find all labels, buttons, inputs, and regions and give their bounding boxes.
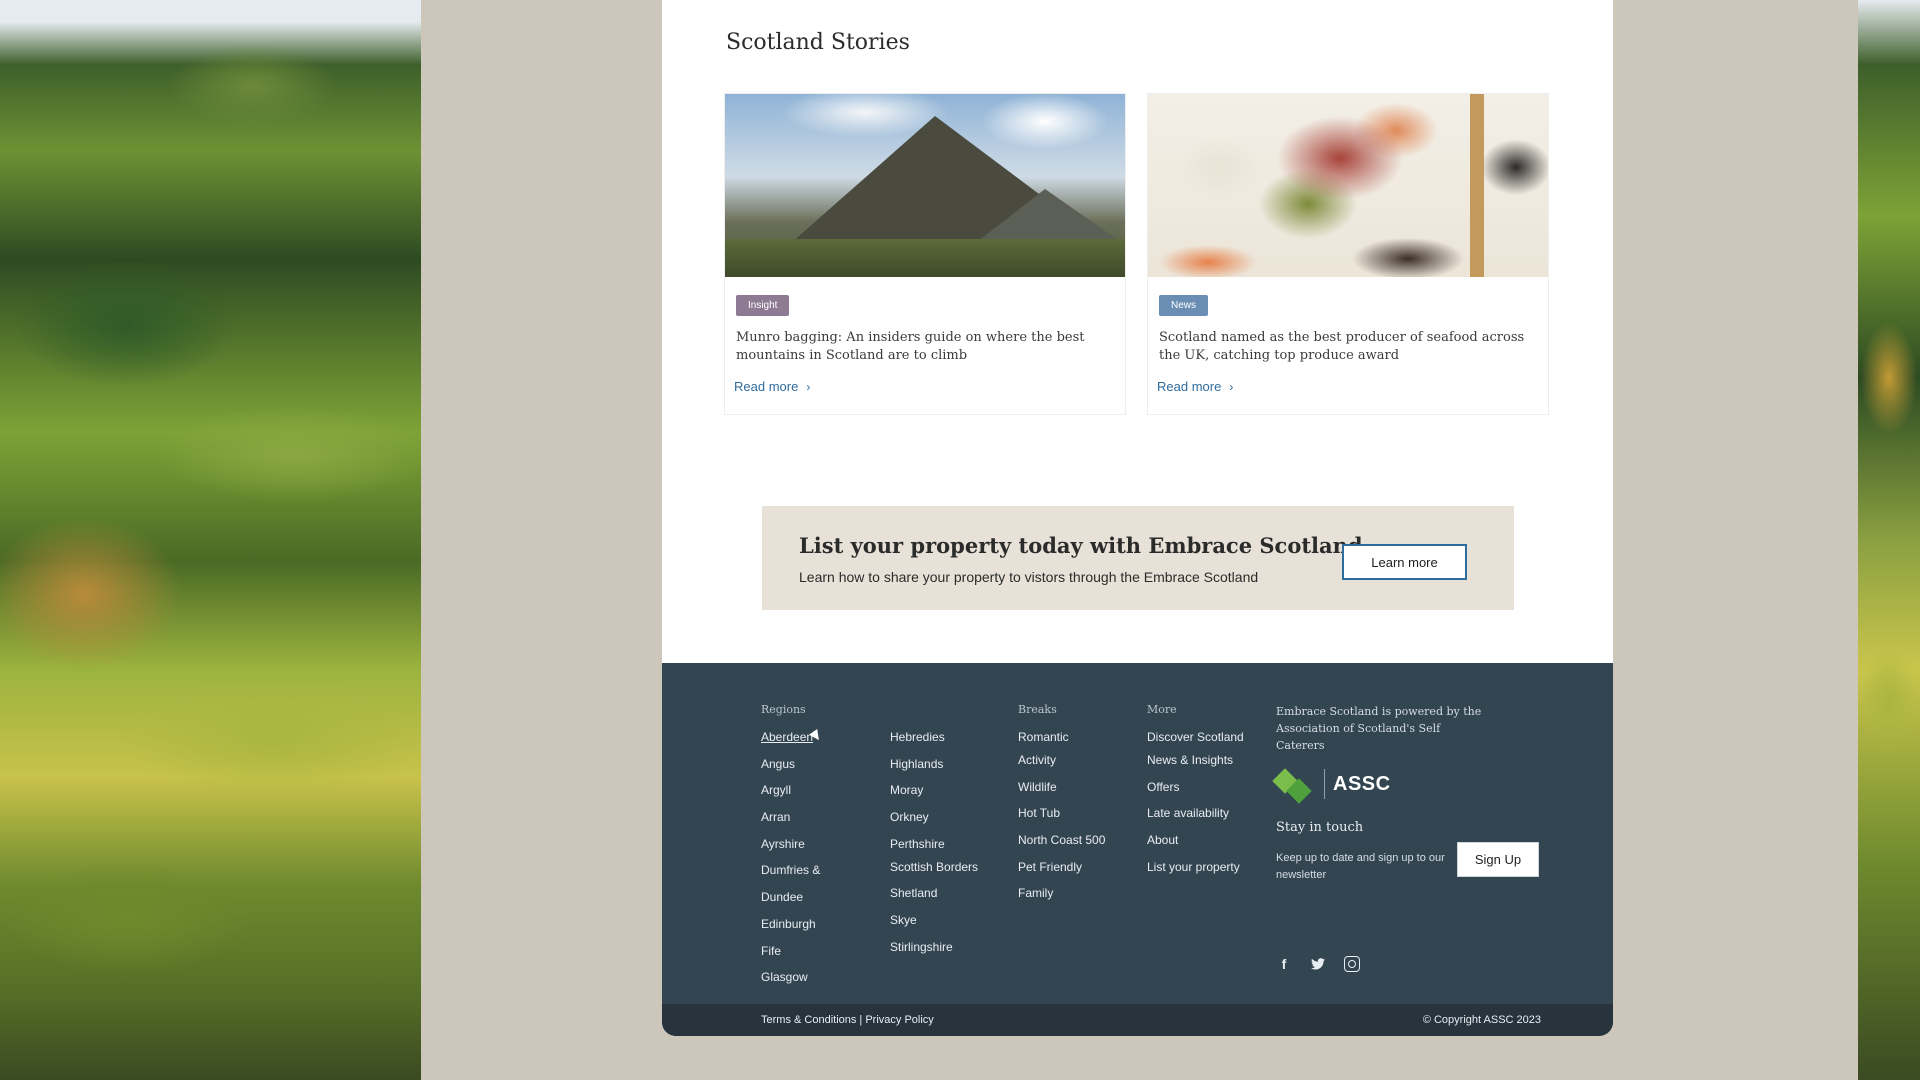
footer-link-about[interactable]: About (1147, 832, 1244, 859)
footer-more-heading: More (1147, 703, 1177, 716)
footer-link-shetland[interactable]: Shetland (890, 885, 978, 912)
footer-breaks-column: Breaks Romantic Activity Wildlife Hot Tu… (1018, 703, 1105, 912)
page-margin-right (1613, 0, 1858, 1080)
footer-link-edinburgh[interactable]: Edinburgh (761, 916, 820, 943)
site-footer: Regions Aberdeen Angus Argyll Arran Ayrs… (662, 663, 1613, 1036)
footer-more-column: More Discover Scotland News & Insights O… (1147, 703, 1244, 885)
story-tag-insight: Insight (736, 295, 790, 316)
story-headline[interactable]: Scotland named as the best producer of s… (1159, 329, 1537, 365)
background-landscape-left (0, 0, 421, 1080)
footer-link-north-coast-500[interactable]: North Coast 500 (1018, 832, 1105, 859)
footer-link-wildlife[interactable]: Wildlife (1018, 779, 1105, 806)
footer-link-fife[interactable]: Fife (761, 943, 820, 970)
story-image-mountain[interactable] (725, 94, 1125, 277)
story-headline[interactable]: Munro bagging: An insiders guide on wher… (736, 329, 1114, 365)
stories-heading: Scotland Stories (726, 30, 910, 55)
assc-logo[interactable]: ASSC (1272, 768, 1486, 804)
chevron-right-icon: › (1229, 380, 1234, 394)
background-landscape-right (1858, 0, 1920, 1080)
social-links: f (1276, 956, 1360, 972)
list-property-banner: List your property today with Embrace Sc… (762, 506, 1514, 610)
promo-subtitle: Learn how to share your property to vist… (799, 569, 1259, 585)
assc-description: Embrace Scotland is powered by the Assoc… (1276, 705, 1482, 752)
stay-in-touch-heading: Stay in touch (1276, 820, 1364, 835)
footer-link-pet-friendly[interactable]: Pet Friendly (1018, 859, 1105, 886)
story-card-munro[interactable]: Insight Munro bagging: An insiders guide… (724, 93, 1126, 415)
footer-regions-column-2: Hebredies Highlands Moray Orkney Perthsh… (890, 703, 978, 966)
footer-link-glasgow[interactable]: Glasgow (761, 969, 820, 996)
footer-link-argyll[interactable]: Argyll (761, 782, 820, 809)
newsletter-text: Keep up to date and sign up to our newsl… (1276, 852, 1445, 881)
footer-link-offers[interactable]: Offers (1147, 779, 1244, 806)
assc-logo-icon (1272, 768, 1316, 804)
footer-link-dumfries[interactable]: Dumfries & (761, 862, 820, 889)
legal-links[interactable]: Terms & Conditions | Privacy Policy (761, 1014, 934, 1026)
story-card-seafood[interactable]: News Scotland named as the best producer… (1147, 93, 1549, 415)
learn-more-button[interactable]: Learn more (1342, 544, 1467, 580)
footer-link-ayrshire[interactable]: Ayrshire (761, 836, 820, 863)
facebook-icon[interactable]: f (1276, 956, 1292, 972)
footer-link-hebredies[interactable]: Hebredies (890, 729, 978, 756)
read-more-label: Read more (734, 379, 799, 394)
read-more-link[interactable]: Read more › (734, 379, 810, 394)
footer-link-family[interactable]: Family (1018, 885, 1105, 912)
footer-link-angus[interactable]: Angus (761, 756, 820, 783)
sign-up-button[interactable]: Sign Up (1457, 842, 1539, 877)
chevron-right-icon: › (806, 380, 811, 394)
footer-link-orkney[interactable]: Orkney (890, 809, 978, 836)
promo-title: List your property today with Embrace Sc… (799, 533, 1363, 558)
instagram-icon[interactable] (1344, 956, 1360, 972)
footer-link-discover-scotland[interactable]: Discover Scotland (1147, 729, 1244, 752)
read-more-label: Read more (1157, 379, 1222, 394)
footer-link-activity[interactable]: Activity (1018, 752, 1105, 779)
footer-link-dundee[interactable]: Dundee (761, 889, 820, 916)
assc-block: Embrace Scotland is powered by the Assoc… (1272, 703, 1486, 804)
story-image-seafood[interactable] (1148, 94, 1548, 277)
main-content: Scotland Stories Insight Munro bagging: … (662, 0, 1613, 663)
footer-link-arran[interactable]: Arran (761, 809, 820, 836)
footer-link-list-property[interactable]: List your property (1147, 859, 1244, 886)
footer-link-skye[interactable]: Skye (890, 912, 978, 939)
footer-breaks-heading: Breaks (1018, 703, 1057, 716)
footer-regions-heading: Regions (761, 703, 806, 716)
footer-link-moray[interactable]: Moray (890, 782, 978, 809)
story-tag-news: News (1159, 295, 1209, 316)
twitter-icon[interactable] (1310, 956, 1326, 972)
footer-link-perthshire[interactable]: Perthshire (890, 836, 978, 859)
footer-link-late-availability[interactable]: Late availability (1147, 805, 1244, 832)
read-more-link[interactable]: Read more › (1157, 379, 1233, 394)
footer-link-romantic[interactable]: Romantic (1018, 729, 1105, 752)
newsletter-block: Stay in touch Keep up to date and sign u… (1276, 820, 1556, 881)
copyright-text: © Copyright ASSC 2023 (1422, 1014, 1541, 1026)
footer-regions-column: Regions Aberdeen Angus Argyll Arran Ayrs… (761, 703, 820, 996)
footer-link-news-insights[interactable]: News & Insights (1147, 752, 1244, 779)
assc-wordmark: ASSC (1333, 772, 1391, 795)
footer-link-highlands[interactable]: Highlands (890, 756, 978, 783)
page-margin-left (421, 0, 662, 1080)
footer-bottom-bar: Terms & Conditions | Privacy Policy © Co… (662, 1004, 1613, 1036)
footer-link-stirlingshire[interactable]: Stirlingshire (890, 939, 978, 966)
footer-link-hot-tub[interactable]: Hot Tub (1018, 805, 1105, 832)
footer-link-scottish-borders[interactable]: Scottish Borders (890, 859, 978, 886)
